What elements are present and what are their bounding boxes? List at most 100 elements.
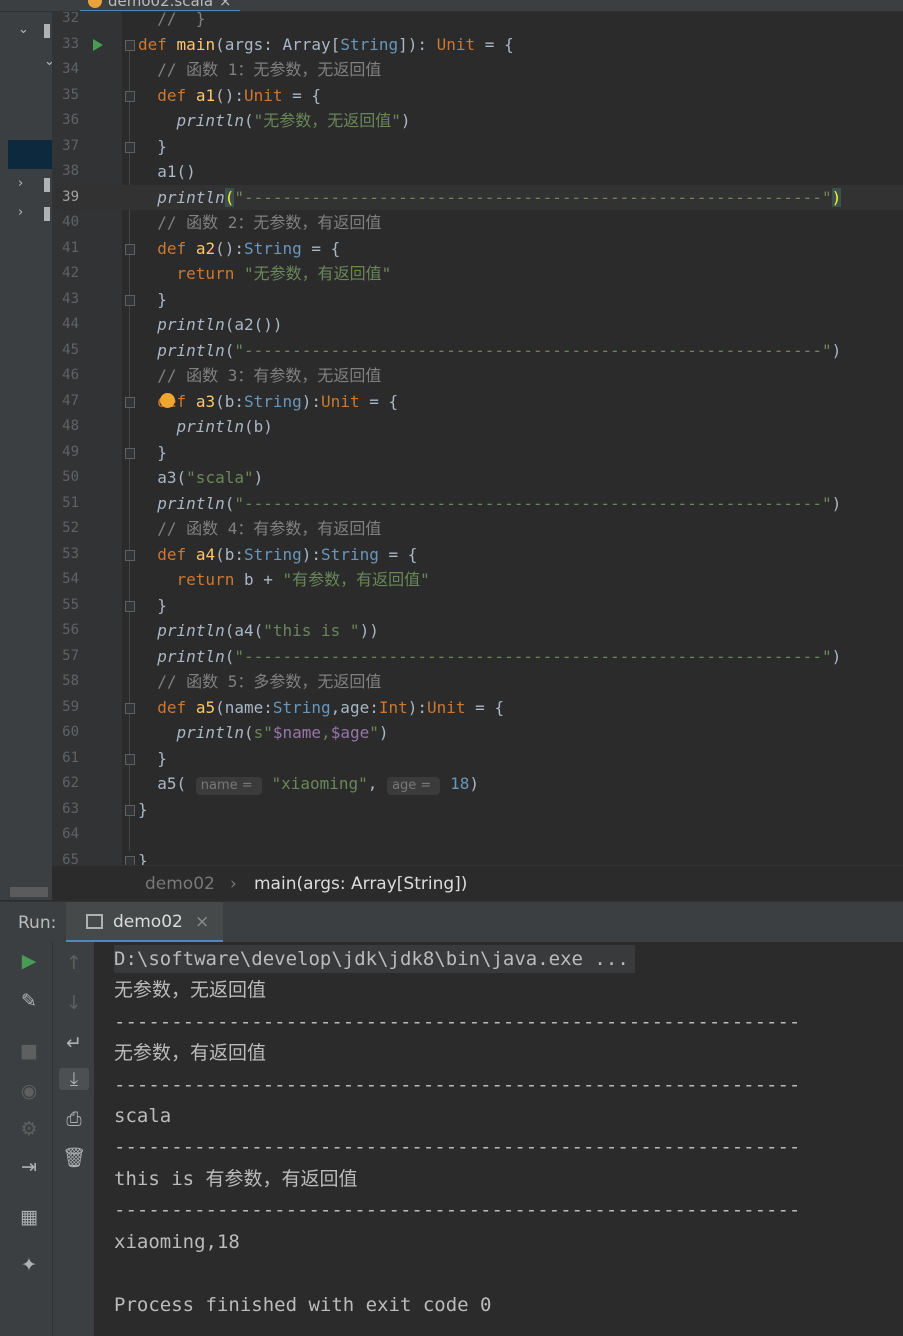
- code-line[interactable]: 49 }: [52, 440, 903, 466]
- tree-selection[interactable]: [8, 140, 52, 169]
- code-line[interactable]: 59 def a5(name:String,age:Int):Unit = {: [52, 695, 903, 721]
- fold-marker-icon[interactable]: [125, 90, 135, 102]
- line-number: 42: [62, 265, 79, 281]
- code-line[interactable]: 35 def a1():Unit = {: [52, 83, 903, 109]
- code-line[interactable]: 38 a1(): [52, 159, 903, 185]
- code-line[interactable]: 53 def a4(b:String):String = {: [52, 542, 903, 568]
- fold-marker-icon[interactable]: [125, 702, 135, 714]
- line-number: 36: [62, 112, 79, 128]
- line-number: 50: [62, 469, 79, 485]
- run-tab[interactable]: demo02 ×: [66, 902, 223, 943]
- rerun-icon[interactable]: ▶: [14, 950, 44, 972]
- fold-marker-icon[interactable]: [125, 549, 135, 561]
- code-line[interactable]: 54 return b + "有参数，有返回值": [52, 567, 903, 593]
- code-line[interactable]: 50 a3("scala"): [52, 465, 903, 491]
- console-line: ----------------------------------------…: [114, 1136, 801, 1158]
- console-output[interactable]: D:\software\develop\jdk\jdk8\bin\java.ex…: [94, 942, 903, 1336]
- code-text: println(a2()): [157, 315, 283, 334]
- chevron-down-icon[interactable]: ⌄: [44, 54, 52, 69]
- chevron-right-icon[interactable]: ›: [18, 205, 23, 220]
- line-number: 58: [62, 673, 79, 689]
- arrow-up-icon[interactable]: ↑: [59, 952, 89, 974]
- code-line[interactable]: 44 println(a2()): [52, 312, 903, 338]
- debug-settings-icon[interactable]: ⚙: [14, 1118, 44, 1140]
- console-line: ----------------------------------------…: [114, 1011, 801, 1033]
- code-text: return b + "有参数，有返回值": [176, 570, 430, 589]
- code-line[interactable]: 64: [52, 822, 903, 848]
- wrench-icon[interactable]: ✎: [14, 990, 44, 1012]
- line-number: 63: [62, 800, 79, 817]
- code-line[interactable]: 48 println(b): [52, 414, 903, 440]
- fold-marker-icon[interactable]: [125, 600, 135, 612]
- camera-icon[interactable]: ◉: [14, 1080, 44, 1102]
- fold-marker-icon[interactable]: [125, 447, 135, 459]
- code-line[interactable]: 41 def a2():String = {: [52, 236, 903, 262]
- pin-icon[interactable]: ✦: [14, 1254, 44, 1276]
- horizontal-scrollbar[interactable]: [10, 887, 48, 897]
- code-line[interactable]: 56 println(a4("this is ")): [52, 618, 903, 644]
- code-line[interactable]: 46 // 函数 3：有参数，无返回值: [52, 363, 903, 389]
- code-line[interactable]: 62 a5( name = "xiaoming", age = 18): [52, 771, 903, 797]
- code-line[interactable]: 42 return "无参数，有返回值": [52, 261, 903, 287]
- line-number: 35: [62, 86, 79, 103]
- code-line[interactable]: 40 // 函数 2：无参数，有返回值: [52, 210, 903, 236]
- stop-icon[interactable]: ■: [14, 1040, 44, 1062]
- code-line[interactable]: 34 // 函数 1：无参数，无返回值: [52, 57, 903, 83]
- code-text: println(s"$name,$age"): [176, 723, 389, 742]
- code-line[interactable]: 37 }: [52, 134, 903, 160]
- breadcrumb-file[interactable]: demo02: [145, 866, 215, 902]
- scroll-to-end-icon[interactable]: ⤓: [59, 1068, 89, 1090]
- chevron-right-icon[interactable]: ›: [18, 176, 23, 191]
- code-text: // 函数 5：多参数，无返回值: [157, 672, 382, 691]
- code-line[interactable]: 63}: [52, 797, 903, 823]
- run-toolbar-right: ↑ ↓ ↵ ⤓ ⎙ 🗑: [52, 942, 94, 1336]
- code-text: return "无参数，有返回值": [176, 264, 392, 283]
- arrow-down-icon[interactable]: ↓: [59, 992, 89, 1014]
- fold-marker-icon[interactable]: [125, 243, 135, 255]
- code-line[interactable]: 32 // }: [52, 12, 903, 32]
- trash-icon[interactable]: 🗑: [59, 1146, 89, 1169]
- code-line[interactable]: 65}: [52, 848, 903, 865]
- print-icon[interactable]: ⎙: [59, 1108, 89, 1130]
- code-text: def main(args: Array[String]): Unit = {: [138, 34, 514, 54]
- lightbulb-icon[interactable]: [160, 392, 175, 408]
- exit-icon[interactable]: ⇥: [14, 1156, 44, 1178]
- code-line[interactable]: 43 }: [52, 287, 903, 313]
- run-gutter-icon[interactable]: [93, 38, 103, 51]
- code-line[interactable]: 36 println("无参数，无返回值"): [52, 108, 903, 134]
- code-line[interactable]: 52 // 函数 4：有参数，有返回值: [52, 516, 903, 542]
- code-line[interactable]: 39 println("----------------------------…: [52, 184, 903, 210]
- close-icon[interactable]: ×: [219, 0, 232, 10]
- fold-marker-icon[interactable]: [125, 396, 135, 408]
- editor-tab[interactable]: demo02.scala ×: [80, 0, 240, 11]
- code-line[interactable]: 60 println(s"$name,$age"): [52, 720, 903, 746]
- fold-marker-icon[interactable]: [125, 141, 135, 153]
- code-text: println("-------------------------------…: [157, 493, 842, 513]
- code-line[interactable]: 55 }: [52, 593, 903, 619]
- console-line: Process finished with exit code 0: [114, 1294, 492, 1316]
- console-line: this is 有参数，有返回值: [114, 1168, 358, 1190]
- code-line[interactable]: 45 println("----------------------------…: [52, 338, 903, 364]
- fold-marker-icon[interactable]: [125, 39, 135, 51]
- fold-marker-icon[interactable]: [125, 855, 135, 865]
- chevron-down-icon[interactable]: ⌄: [18, 22, 29, 37]
- close-icon[interactable]: ×: [195, 912, 209, 932]
- code-editor[interactable]: 32 // } 33 def main(args: Array[String]): …: [52, 12, 903, 865]
- layout-icon[interactable]: ▦: [14, 1206, 44, 1228]
- fold-marker-icon[interactable]: [125, 753, 135, 765]
- code-line[interactable]: 61 }: [52, 746, 903, 772]
- fold-marker-icon[interactable]: [125, 294, 135, 306]
- code-line[interactable]: 47 def a3(b:String):Unit = {: [52, 389, 903, 415]
- code-text: println("-------------------------------…: [157, 646, 842, 666]
- console-line: scala: [114, 1105, 172, 1127]
- code-text: // 函数 2：无参数，有返回值: [157, 213, 382, 232]
- code-line[interactable]: 58 // 函数 5：多参数，无返回值: [52, 669, 903, 695]
- breadcrumb-method[interactable]: main(args: Array[String]): [254, 866, 467, 902]
- line-number: 59: [62, 698, 79, 715]
- code-line[interactable]: 51 println("----------------------------…: [52, 491, 903, 517]
- code-line[interactable]: 57 println("----------------------------…: [52, 644, 903, 670]
- soft-wrap-icon[interactable]: ↵: [59, 1032, 89, 1054]
- run-toolwindow-header: Run: demo02 ×: [0, 901, 903, 943]
- code-line[interactable]: 33 def main(args: Array[String]): Unit = …: [52, 32, 903, 58]
- fold-marker-icon[interactable]: [125, 804, 135, 816]
